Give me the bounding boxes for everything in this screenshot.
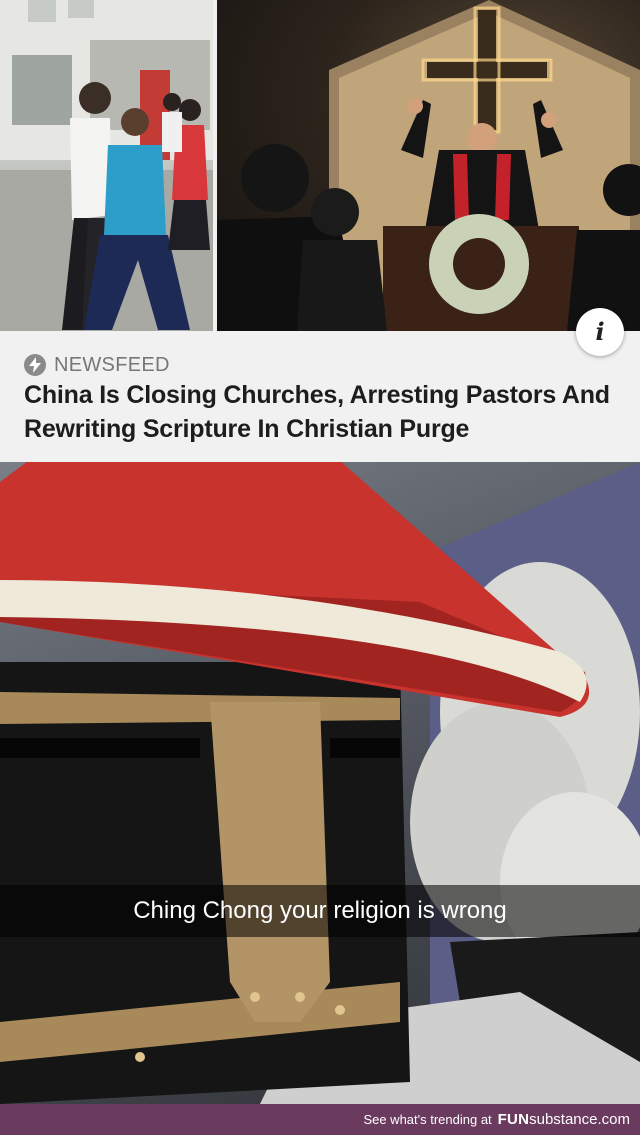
footer-brand-fun: FUN: [497, 1111, 530, 1128]
meme-image: [0, 462, 640, 1104]
bolt-icon: [24, 354, 46, 376]
article-headline[interactable]: China Is Closing Churches, Arresting Pas…: [24, 378, 624, 446]
article-photo-church: [217, 0, 640, 331]
news-card[interactable]: i NEWSFEED China Is Closing Churches, Ar…: [0, 0, 640, 462]
footer-text: See what's trending at: [363, 1112, 492, 1127]
source-row[interactable]: NEWSFEED: [24, 352, 170, 378]
footer-link[interactable]: See what's trending at FUN substance.com: [363, 1104, 630, 1135]
footer-brand-substance: substance.com: [529, 1111, 630, 1128]
site-footer: See what's trending at FUN substance.com: [0, 1104, 640, 1135]
source-label: NEWSFEED: [54, 353, 170, 376]
article-photo-street: [0, 0, 213, 331]
info-icon[interactable]: i: [576, 308, 624, 356]
meme-caption: Ching Chong your religion is wrong: [0, 885, 640, 937]
